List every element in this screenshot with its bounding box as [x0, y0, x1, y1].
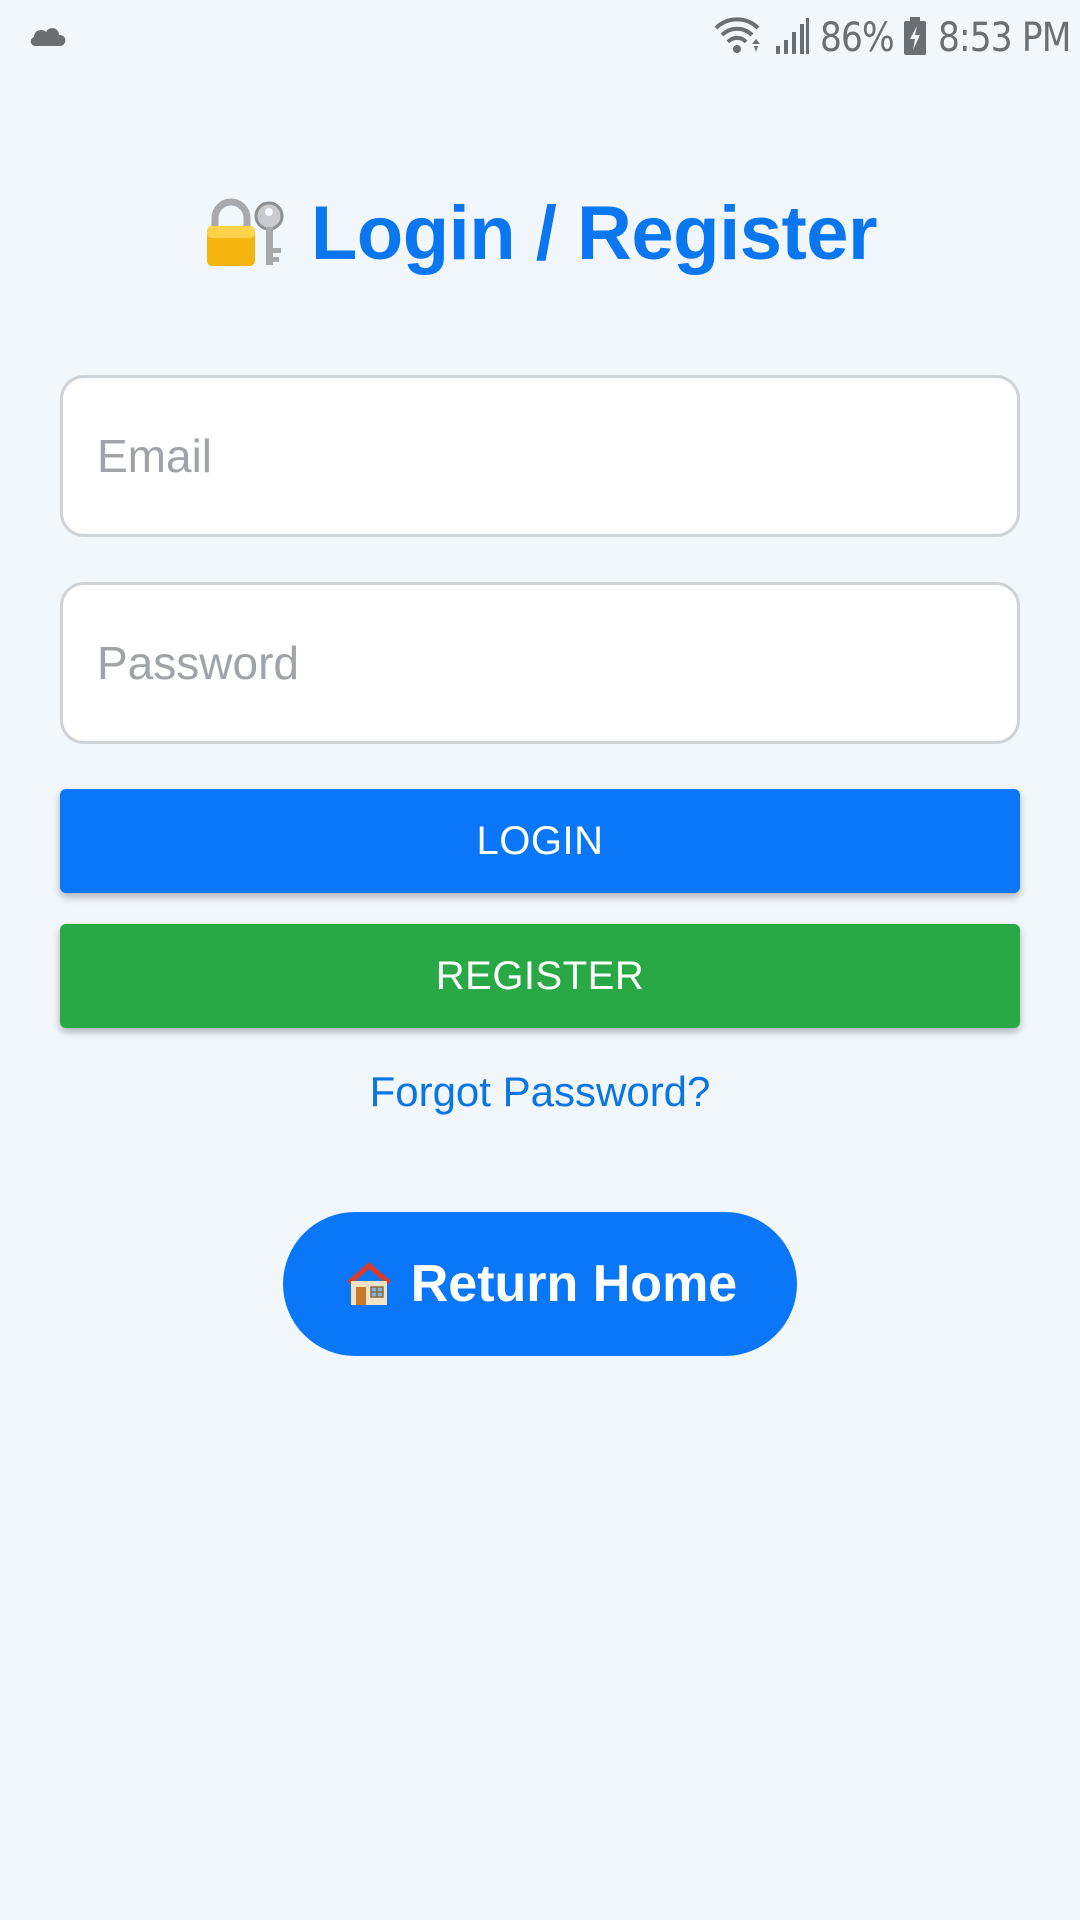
house-icon	[343, 1259, 395, 1310]
status-right: 86% 8:53 PM	[714, 15, 1071, 61]
forgot-password-link[interactable]: Forgot Password?	[0, 1068, 1080, 1116]
lock-key-icon	[203, 198, 289, 270]
register-button[interactable]: REGISTER	[60, 924, 1020, 1028]
return-home-label: Return Home	[410, 1255, 738, 1313]
email-field[interactable]	[60, 375, 1020, 537]
signal-icon	[774, 16, 810, 61]
status-left	[28, 24, 68, 53]
status-bar: 86% 8:53 PM	[0, 0, 1080, 76]
cloud-icon	[28, 24, 68, 53]
wifi-icon	[714, 16, 764, 61]
page-title: Login / Register	[310, 191, 878, 276]
page-header: Login / Register	[0, 190, 1080, 277]
password-field[interactable]	[60, 582, 1020, 744]
clock-time: 8:53 PM	[937, 15, 1071, 61]
return-home-button[interactable]: Return Home	[283, 1212, 797, 1356]
battery-percent: 86%	[819, 15, 895, 61]
login-button[interactable]: LOGIN	[60, 789, 1020, 893]
battery-icon	[902, 16, 928, 61]
